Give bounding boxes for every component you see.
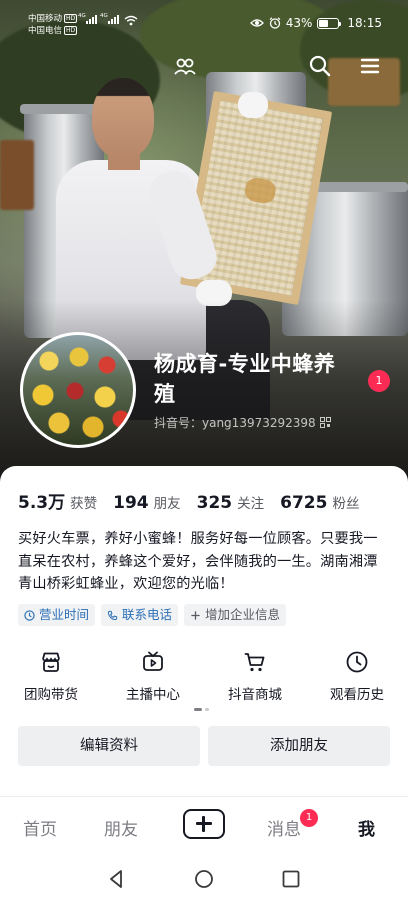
glove [238,92,268,118]
stat-friends[interactable]: 194 朋友 [113,492,181,513]
clock-icon [346,651,368,673]
carrier-1: 中国移动 [28,14,63,24]
stat-label: 获赞 [70,496,98,512]
back-icon[interactable] [106,868,128,890]
info-tags: 营业时间 联系电话 增加企业信息 [18,604,287,626]
tag-add-business-info[interactable]: 增加企业信息 [184,604,287,626]
stat-value: 194 [113,493,149,513]
add-friend-button[interactable]: 添加朋友 [208,726,390,766]
carrier-2: 中国电信 [28,26,63,36]
stat-label: 朋友 [153,496,181,512]
stat-following[interactable]: 325 关注 [197,492,265,513]
feature-streamer-center[interactable]: 主播中心 [102,650,204,703]
stat-likes[interactable]: 5.3万 获赞 [18,488,97,513]
network-type: 4G [100,13,108,19]
feature-group-buy[interactable]: 团购带货 [0,650,102,703]
plus-icon [191,610,200,620]
tag-label: 联系电话 [122,607,173,622]
feature-label: 团购带货 [24,687,78,703]
status-right: 43% 18:15 [249,16,382,30]
network-type: 4G [78,13,86,19]
feature-label: 观看历史 [330,687,384,703]
person-head [92,78,154,158]
profile-name: 杨成育-专业中蜂养殖 [154,352,336,406]
phone-icon [107,610,118,620]
tab-messages[interactable]: 消息 [267,815,301,840]
feature-douyin-mall[interactable]: 抖音商城 [204,650,306,703]
avatar[interactable] [20,332,136,448]
eye-icon [249,19,264,27]
cart-icon [244,653,265,672]
feature-row: 团购带货 主播中心 抖音商城 观看历史 [0,650,408,703]
stat-label: 粉丝 [332,496,360,512]
search-icon[interactable] [307,53,333,79]
clock-icon [24,609,35,621]
page-indicator [194,708,209,711]
menu-icon[interactable] [357,53,383,79]
battery-icon [317,17,342,29]
hd-badge: HD [64,14,78,23]
home-icon[interactable] [193,868,215,890]
notification-badge[interactable]: 1 [368,370,390,392]
tab-friends[interactable]: 朋友 [104,815,138,840]
stat-followers[interactable]: 6725 粉丝 [280,492,359,513]
signal-icon [108,15,119,24]
wifi-icon [124,15,138,26]
tag-contact-phone[interactable]: 联系电话 [101,604,179,626]
clock-time: 18:15 [347,16,382,30]
status-bar: 中国移动 HD 中国电信 HD 4G 4G 43% 18:15 [0,0,408,44]
alarm-icon [269,17,281,29]
tv-icon [143,651,163,671]
qrcode-icon[interactable] [319,417,331,428]
stat-value: 6725 [280,493,328,513]
feature-label: 抖音商城 [228,687,282,703]
tag-business-hours[interactable]: 营业时间 [18,604,96,626]
tag-label: 增加企业信息 [205,607,281,622]
profile-card: 5.3万 获赞 194 朋友 325 关注 6725 粉丝 买好火车票，养好小蜜… [0,466,408,792]
douyin-id[interactable]: 抖音号：yang13973292398 [154,414,331,431]
bio-text: 买好火车票，养好小蜜蜂！服务好每一位顾客。只要我一直呆在农村，养蜂这个爱好，会伴… [18,531,378,592]
stat-value: 5.3万 [18,493,66,513]
tag-label: 营业时间 [39,607,90,622]
beehive-box [0,140,34,210]
battery-percent: 43% [285,16,313,30]
stat-value: 325 [196,493,233,513]
recents-icon[interactable] [280,868,302,890]
feature-watch-history[interactable]: 观看历史 [306,650,408,703]
stat-label: 关注 [237,496,265,512]
stats-row: 5.3万 获赞 194 朋友 325 关注 6725 粉丝 [18,488,375,513]
hd-badge: HD [64,26,78,35]
create-button[interactable] [183,809,225,839]
signal-icon [86,15,97,24]
edit-profile-button[interactable]: 编辑资料 [18,726,200,766]
people-icon[interactable] [172,54,198,80]
tab-home[interactable]: 首页 [23,815,57,840]
carrier-info: 中国移动 HD 中国电信 HD [28,13,78,37]
bottom-tab-bar: 首页 朋友 消息 1 我 [0,796,408,856]
shop-icon [42,652,60,672]
feature-label: 主播中心 [126,687,180,703]
system-nav-bar [0,856,408,900]
douyin-id-text: 抖音号：yang13973292398 [154,416,316,430]
tab-me[interactable]: 我 [358,815,375,840]
messages-badge: 1 [300,809,318,827]
